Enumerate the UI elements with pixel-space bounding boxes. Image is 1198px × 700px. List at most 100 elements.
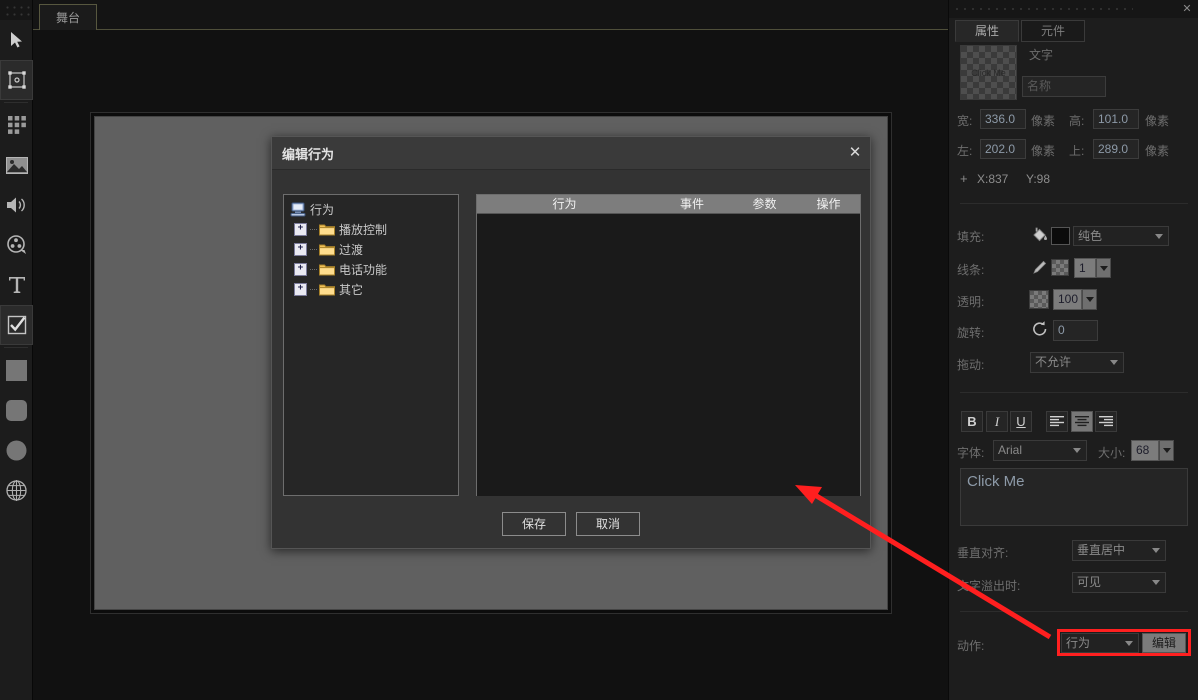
action-edit-button[interactable]: 编辑: [1142, 633, 1186, 653]
select-arrow-tool[interactable]: [0, 20, 33, 60]
editor-canvas-area[interactable]: 编辑行为 ✕ 行为 + 播放控制 + 过渡 + 电话功能 + 其它 行为 事件 …: [33, 30, 948, 700]
behavior-tree[interactable]: 行为 + 播放控制 + 过渡 + 电话功能 + 其它: [283, 194, 459, 496]
globe-tool[interactable]: [0, 470, 33, 510]
tree-root-row[interactable]: 行为: [286, 199, 456, 219]
opacity-input[interactable]: 100: [1053, 289, 1082, 310]
element-name-input[interactable]: 名称: [1022, 76, 1106, 97]
ellipse-tool[interactable]: [0, 430, 33, 470]
transform-tool[interactable]: [0, 60, 33, 100]
expander-icon[interactable]: +: [294, 262, 307, 276]
align-left-button[interactable]: [1046, 411, 1068, 432]
dialog-titlebar[interactable]: 编辑行为 ✕: [272, 137, 870, 170]
fill-color-swatch[interactable]: [1051, 227, 1070, 245]
save-button[interactable]: 保存: [502, 512, 566, 536]
vertical-align-select[interactable]: 垂直居中: [1072, 540, 1166, 561]
left-label: 左:: [957, 144, 973, 158]
video-tool[interactable]: [0, 225, 33, 265]
panel-drag-grip[interactable]: ✕: [949, 0, 1198, 18]
line-width-input[interactable]: 1: [1074, 258, 1096, 278]
text-tool[interactable]: [0, 265, 33, 305]
line-color-swatch[interactable]: [1051, 259, 1069, 276]
element-thumbnail: Click Me: [960, 45, 1017, 100]
cancel-button[interactable]: 取消: [576, 512, 640, 536]
dialog-title: 编辑行为: [282, 147, 335, 162]
rotate-input[interactable]: 0: [1053, 320, 1098, 341]
align-right-button[interactable]: [1095, 411, 1117, 432]
top-unit: 像素: [1145, 144, 1170, 158]
image-tool[interactable]: [0, 145, 33, 185]
left-input[interactable]: 202.0: [980, 139, 1026, 159]
underline-button[interactable]: U: [1010, 411, 1032, 432]
rounded-rect-tool[interactable]: [0, 390, 33, 430]
paint-bucket-icon[interactable]: [1031, 226, 1049, 244]
opacity-stepper[interactable]: [1082, 289, 1097, 310]
pencil-icon[interactable]: [1032, 259, 1048, 275]
dialog-close-button[interactable]: ✕: [844, 141, 866, 163]
panel-close-icon[interactable]: ✕: [1180, 2, 1194, 16]
expander-icon[interactable]: +: [294, 282, 307, 296]
tab-components[interactable]: 元件: [1021, 20, 1085, 42]
section-divider-2: [960, 392, 1188, 393]
font-size-input[interactable]: 68: [1131, 440, 1159, 461]
chevron-down-icon: [1086, 297, 1094, 302]
tree-connector: [310, 288, 317, 290]
tab-stage[interactable]: 舞台: [39, 4, 98, 31]
expander-icon[interactable]: +: [294, 242, 307, 256]
opacity-label: 透明:: [957, 295, 985, 309]
font-size-stepper[interactable]: [1159, 440, 1174, 461]
bold-button[interactable]: B: [961, 411, 983, 432]
width-unit: 像素: [1031, 114, 1056, 128]
font-family-value: Arial: [998, 443, 1023, 457]
chevron-down-icon: [1155, 234, 1163, 239]
overflow-select[interactable]: 可见: [1072, 572, 1166, 593]
expander-icon[interactable]: +: [294, 222, 307, 236]
height-label: 高:: [1069, 114, 1085, 128]
action-select[interactable]: 行为: [1061, 633, 1139, 653]
line-width-stepper[interactable]: [1096, 258, 1111, 278]
element-name-placeholder: 名称: [1027, 79, 1052, 93]
fill-mode-select[interactable]: 纯色: [1073, 226, 1169, 246]
tree-item-label: 播放控制: [339, 222, 388, 237]
italic-button[interactable]: I: [986, 411, 1008, 432]
y-readout: Y:98: [1026, 172, 1051, 186]
document-tab-bar: 舞台: [33, 0, 948, 31]
column-header-operation: 操作: [816, 197, 841, 211]
font-family-select[interactable]: Arial: [993, 440, 1087, 461]
left-toolbar: [0, 0, 33, 700]
text-content-textarea[interactable]: Click Me: [960, 468, 1188, 526]
tree-item-other[interactable]: + 其它: [286, 279, 456, 299]
toolbar-drag-grip[interactable]: [0, 0, 32, 20]
width-label: 宽:: [957, 114, 973, 128]
align-center-icon: [1075, 416, 1089, 427]
rectangle-tool[interactable]: [0, 350, 33, 390]
overflow-value: 可见: [1077, 575, 1102, 589]
chevron-down-icon: [1073, 448, 1081, 453]
tree-item-playback[interactable]: + 播放控制: [286, 219, 456, 239]
action-select-value: 行为: [1066, 636, 1091, 650]
drag-select[interactable]: 不允许: [1030, 352, 1124, 373]
top-input[interactable]: 289.0: [1093, 139, 1139, 159]
audio-tool[interactable]: [0, 185, 33, 225]
section-divider-3: [960, 611, 1188, 612]
behavior-list-rows[interactable]: [477, 214, 860, 496]
align-center-button[interactable]: [1071, 411, 1093, 432]
grid-tool[interactable]: [0, 105, 33, 145]
fill-label: 填充:: [957, 230, 985, 244]
height-input[interactable]: 101.0: [1093, 109, 1139, 129]
x-readout: X:837: [977, 172, 1009, 186]
thumbnail-label: Click Me: [971, 67, 1006, 78]
tree-item-phone[interactable]: + 电话功能: [286, 259, 456, 279]
drag-value: 不允许: [1035, 355, 1072, 369]
rotate-icon[interactable]: [1031, 320, 1049, 338]
tree-item-transition[interactable]: + 过渡: [286, 239, 456, 259]
tab-properties[interactable]: 属性: [955, 20, 1019, 42]
width-input[interactable]: 336.0: [980, 109, 1026, 129]
chevron-down-icon: [1100, 266, 1108, 271]
height-unit: 像素: [1145, 114, 1170, 128]
tree-item-label: 过渡: [339, 242, 364, 257]
vertical-align-label: 垂直对齐:: [957, 546, 1009, 560]
transform-box-icon: [7, 71, 26, 89]
behavior-list[interactable]: 行为 事件 参数 操作: [476, 194, 861, 496]
opacity-checker-swatch[interactable]: [1029, 290, 1049, 309]
checkbox-tool[interactable]: [0, 305, 33, 345]
